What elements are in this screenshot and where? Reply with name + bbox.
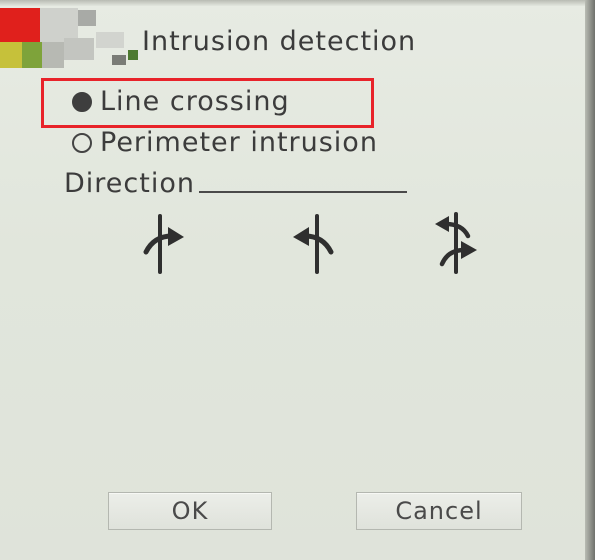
direction-label: Direction: [64, 168, 195, 199]
logo-tile: [0, 42, 22, 68]
logo-icon: [0, 0, 150, 70]
radio-perimeter-intrusion[interactable]: Perimeter intrusion: [72, 127, 378, 158]
radio-label: Line crossing: [100, 86, 290, 117]
direction-row: Direction: [64, 168, 407, 199]
logo-tile: [22, 42, 42, 68]
logo-tile: [96, 32, 124, 48]
direction-underline: [198, 191, 407, 193]
logo-tile: [42, 42, 64, 68]
logo-tile: [0, 8, 40, 42]
cancel-button[interactable]: Cancel: [356, 492, 522, 530]
logo-tile: [40, 8, 78, 42]
cross-left-arrow-icon: [293, 214, 334, 274]
direction-a-to-b-button[interactable]: [138, 212, 188, 274]
intrusion-detection-dialog: Intrusion detection Line crossing Perime…: [0, 0, 595, 560]
direction-both-button[interactable]: [432, 212, 482, 274]
logo-tile: [128, 50, 138, 60]
cross-both-arrow-icon: [435, 212, 477, 274]
ok-button[interactable]: OK: [108, 492, 272, 530]
logo-tile: [64, 38, 94, 60]
radio-unselected-icon[interactable]: [72, 132, 92, 153]
radio-line-crossing[interactable]: Line crossing: [72, 86, 290, 117]
right-edge: [585, 0, 595, 560]
dialog-title: Intrusion detection: [142, 26, 417, 57]
radio-label: Perimeter intrusion: [100, 127, 378, 158]
radio-selected-icon[interactable]: [72, 91, 92, 112]
cross-right-arrow-icon: [143, 214, 184, 274]
logo-tile: [112, 55, 126, 65]
logo-tile: [78, 10, 96, 26]
direction-b-to-a-button[interactable]: [289, 212, 339, 274]
